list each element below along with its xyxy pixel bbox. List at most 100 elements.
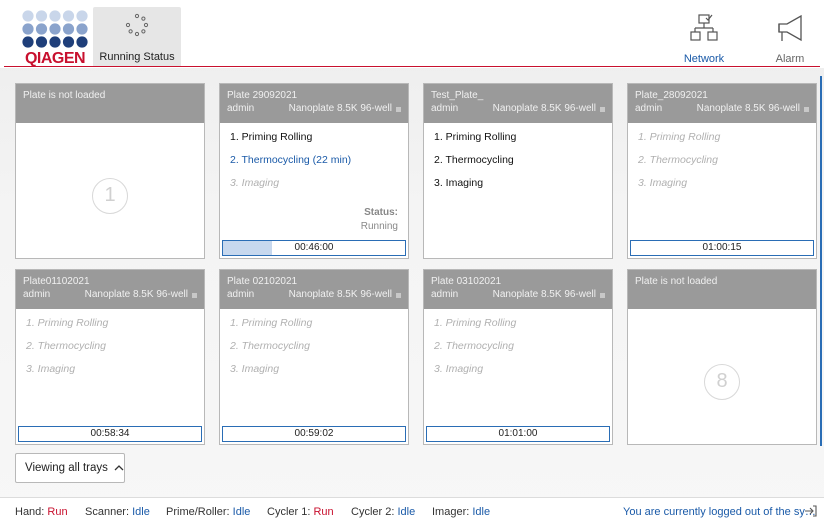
tab-running-status-label: Running Status — [99, 51, 175, 63]
chevron-up-icon — [114, 454, 124, 482]
plate-type-square-icon — [396, 292, 401, 298]
network-icon — [690, 14, 718, 41]
qiagen-logo: QIAGEN — [20, 10, 90, 67]
timer-bar: 01:00:15 — [630, 240, 814, 256]
status-cycler-2: Cycler 2: Idle — [351, 506, 416, 518]
plate-type-square-icon — [192, 292, 197, 298]
tray-header: Test_Plate_ admin Nanoplate 8.5K 96-well — [424, 84, 612, 123]
header-divider — [4, 66, 820, 67]
tray-header: Plate is not loaded — [628, 270, 816, 309]
tray-header: Plate01102021 admin Nanoplate 8.5K 96-we… — [16, 270, 204, 309]
plate-type: Nanoplate 8.5K 96-well — [492, 289, 596, 300]
status-prime-roller: Prime/Roller: Idle — [166, 506, 251, 518]
status-bar: Hand: Run Scanner: Idle Prime/Roller: Id… — [0, 497, 824, 524]
plate-type-square-icon — [600, 106, 605, 112]
network-button[interactable]: Network — [674, 10, 734, 66]
step-imaging: 3. Imaging — [26, 363, 76, 375]
plate-type: Nanoplate 8.5K 96-well — [492, 103, 596, 114]
viewing-all-trays-button[interactable]: Viewing all trays — [15, 453, 125, 483]
step-priming: 1. Priming Rolling — [434, 131, 517, 143]
status-cycler-1: Cycler 1: Run — [267, 506, 334, 518]
status-imager: Imager: Idle — [432, 506, 491, 518]
step-list: 1. Priming Rolling 2. Thermocycling 3. I… — [26, 317, 194, 386]
step-list: 1. Priming Rolling 2. Thermocycling (22 … — [230, 131, 398, 200]
timer-bar: 00:59:02 — [222, 426, 406, 442]
plate-type: Nanoplate 8.5K 96-well — [288, 289, 392, 300]
step-list: 1. Priming Rolling 2. Thermocycling 3. I… — [230, 317, 398, 386]
tray-card-3[interactable]: Test_Plate_ admin Nanoplate 8.5K 96-well… — [423, 83, 613, 259]
tray-not-loaded-text: Plate is not loaded — [635, 276, 718, 287]
tray-card-5[interactable]: Plate01102021 admin Nanoplate 8.5K 96-we… — [15, 269, 205, 445]
plate-user: admin — [227, 289, 255, 300]
status-scanner: Scanner: Idle — [85, 506, 150, 518]
plate-type-square-icon — [804, 106, 809, 112]
timer-value: 01:00:15 — [702, 242, 742, 253]
scrollbar[interactable] — [820, 76, 822, 446]
tray-card-7[interactable]: Plate 03102021 admin Nanoplate 8.5K 96-w… — [423, 269, 613, 445]
step-list: 1. Priming Rolling 2. Thermocycling 3. I… — [434, 131, 602, 200]
tray-number-badge: 1 — [92, 178, 128, 214]
tray-not-loaded-text: Plate is not loaded — [23, 90, 106, 101]
plate-type-square-icon — [600, 292, 605, 298]
plate-user: admin — [227, 103, 255, 114]
step-list: 1. Priming Rolling 2. Thermocycling 3. I… — [638, 131, 806, 200]
tray-card-2[interactable]: Plate 29092021 admin Nanoplate 8.5K 96-w… — [219, 83, 409, 259]
running-dots-icon — [125, 13, 149, 37]
plate-user: admin — [635, 103, 663, 114]
tray-card-8[interactable]: Plate is not loaded 8 — [627, 269, 817, 445]
plate-name: Plate_28092021 — [635, 90, 708, 101]
step-thermocycling: 2. Thermocycling — [230, 340, 310, 352]
step-imaging: 3. Imaging — [434, 177, 484, 189]
step-thermocycling: 2. Thermocycling — [26, 340, 106, 352]
megaphone-icon — [778, 14, 802, 42]
top-header: QIAGEN Running Status Network Alarm — [0, 0, 824, 68]
tray-header: Plate is not loaded — [16, 84, 204, 123]
logo-dots-icon — [22, 10, 88, 48]
timer-value: 00:59:02 — [294, 428, 334, 439]
step-priming: 1. Priming Rolling — [638, 131, 721, 143]
plate-name: Test_Plate_ — [431, 90, 484, 101]
tab-running-status[interactable]: Running Status — [93, 7, 181, 66]
plate-type: Nanoplate 8.5K 96-well — [288, 103, 392, 114]
logout-icon[interactable] — [804, 504, 818, 518]
plate-user: admin — [23, 289, 51, 300]
step-priming: 1. Priming Rolling — [230, 317, 313, 329]
tray-header: Plate 02102021 admin Nanoplate 8.5K 96-w… — [220, 270, 408, 309]
timer-bar: 00:58:34 — [18, 426, 202, 442]
tray-number-badge: 8 — [704, 364, 740, 400]
timer-bar: 00:46:00 — [222, 240, 406, 256]
status-key: Status: — [364, 207, 398, 218]
step-thermocycling: 2. Thermocycling (22 min) — [230, 154, 352, 166]
plate-user: admin — [431, 289, 459, 300]
alarm-label: Alarm — [775, 53, 805, 65]
tray-card-1[interactable]: Plate is not loaded 1 — [15, 83, 205, 259]
run-status: Status: Running — [361, 206, 398, 234]
step-thermocycling: 2. Thermocycling — [434, 340, 514, 352]
step-priming: 1. Priming Rolling — [230, 131, 313, 143]
login-status-message[interactable]: You are currently logged out of the sy… — [623, 506, 816, 518]
step-priming: 1. Priming Rolling — [26, 317, 109, 329]
tray-header: Plate 03102021 admin Nanoplate 8.5K 96-w… — [424, 270, 612, 309]
step-imaging: 3. Imaging — [638, 177, 688, 189]
plate-name: Plate 29092021 — [227, 90, 298, 101]
viewing-all-trays-label: Viewing all trays — [25, 462, 108, 474]
plate-name: Plate 03102021 — [431, 276, 502, 287]
plate-name: Plate 02102021 — [227, 276, 298, 287]
tray-header: Plate 29092021 admin Nanoplate 8.5K 96-w… — [220, 84, 408, 123]
alarm-button[interactable]: Alarm — [760, 10, 820, 66]
timer-bar: 01:01:00 — [426, 426, 610, 442]
timer-value: 00:46:00 — [294, 242, 334, 253]
plate-type: Nanoplate 8.5K 96-well — [84, 289, 188, 300]
plate-name: Plate01102021 — [23, 276, 90, 287]
tray-card-6[interactable]: Plate 02102021 admin Nanoplate 8.5K 96-w… — [219, 269, 409, 445]
plate-user: admin — [431, 103, 459, 114]
network-label: Network — [683, 53, 725, 65]
status-hand: Hand: Run — [15, 506, 68, 518]
status-value: Running — [360, 221, 398, 232]
tray-card-4[interactable]: Plate_28092021 admin Nanoplate 8.5K 96-w… — [627, 83, 817, 259]
step-imaging: 3. Imaging — [230, 177, 280, 189]
step-imaging: 3. Imaging — [434, 363, 484, 375]
step-list: 1. Priming Rolling 2. Thermocycling 3. I… — [434, 317, 602, 386]
timer-value: 00:58:34 — [90, 428, 130, 439]
step-priming: 1. Priming Rolling — [434, 317, 517, 329]
